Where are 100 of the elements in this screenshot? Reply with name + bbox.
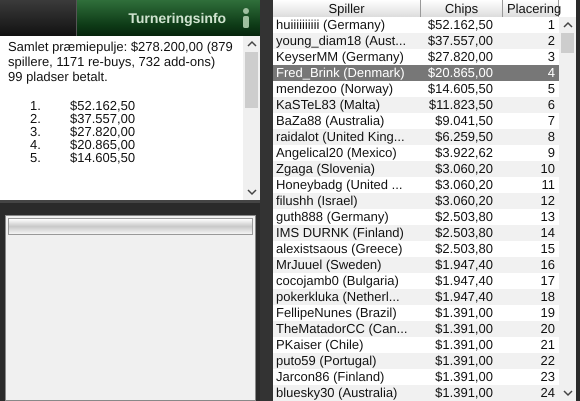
player-cell-text: bluesky30 (Australia) [275,385,398,401]
chips-cell-text: $1.947,40 [434,289,494,305]
chips-cell-text: $3.060,20 [434,177,494,193]
place-cell-text: 13 [540,209,556,225]
prize-amount: $52.162,50 [70,99,136,112]
chips-cell-text: $1.391,00 [434,369,494,385]
place-cell-text: 21 [540,337,556,353]
player-cell-text: KeyserMM (Germany) [275,49,405,65]
place-cell-text: 7 [546,113,556,129]
prize-rank: 1. [30,99,42,112]
chips-cell-text: $3.060,20 [434,193,494,209]
chips-cell-text: $11.823,50 [428,97,494,113]
place-cell-text: 6 [546,97,556,113]
place-cell-text: 24 [540,385,556,401]
chips-cell-text: $1.391,00 [434,337,494,353]
player-cell-text: FellipeNunes (Brazil) [275,305,398,321]
table-row[interactable]: Zgaga (Slovenia) $3.060,20 10 [273,161,559,177]
chips-cell-text: $3.922,62 [434,145,494,161]
table-row[interactable]: raidalot (United King... $6.259,50 8 [273,129,559,145]
place-cell-text: 18 [540,289,556,305]
player-cell-text: Jarcon86 (Finland) [275,369,386,385]
place-cell-text: 10 [540,161,556,177]
table-row[interactable]: bluesky30 (Australia) $1.391,00 24 [273,385,559,401]
player-cell-text: Honeybadg (United ... [275,177,404,193]
scroll-down-icon[interactable] [246,188,257,196]
place-cell-text: 17 [540,273,556,289]
table-row[interactable]: MrJuuel (Sweden) $1.947,40 16 [273,257,559,273]
player-cell-text: filushh (Israel) [275,193,359,209]
place-cell-text: 4 [546,65,556,81]
player-cell-text: IMS DURNK (Finland) [275,225,405,241]
chips-cell-text: $20.865,00 [426,65,494,81]
table-row[interactable]: IMS DURNK (Finland) $2.503,80 14 [273,225,559,241]
player-cell-text: Angelical20 (Mexico) [275,145,398,161]
table-row[interactable]: Fred_Brink (Denmark) $20.865,00 4 [273,65,559,81]
place-cell-text: 22 [540,353,556,369]
chips-cell-text: $9.041,50 [434,113,494,129]
player-cell-text: alexistsaous (Greece) [275,241,404,257]
chips-cell-text: $1.391,00 [434,305,494,321]
player-cell-text: young_diam18 (Aust... [275,33,408,49]
chips-cell-text: $1.391,00 [434,353,494,369]
prize-rank: 3. [30,125,42,138]
player-cell-text: puto59 (Portugal) [275,353,378,369]
chips-cell-text: $3.060,20 [434,161,494,177]
prize-pool-text: Samlet præmiepulje: $278.200,00 (879 spillere, 1171 re-buys, 732 add-ons) [8,39,234,69]
player-cell-text: Fred_Brink (Denmark) [275,65,406,81]
player-cell-text: KaSTeL83 (Malta) [275,97,382,113]
chips-cell-text: $1.391,00 [434,385,494,401]
scroll-up-icon[interactable] [246,40,257,48]
place-cell-text: 15 [540,241,556,257]
place-cell-text: 9 [546,145,556,161]
chips-cell-text: $52.162,50 [426,17,494,33]
place-cell-text: 1 [546,17,556,33]
table-row[interactable]: young_diam18 (Aust... $37.557,00 2 [273,33,559,49]
table-row[interactable]: KaSTeL83 (Malta) $11.823,50 6 [273,97,559,113]
player-cell-text: Zgaga (Slovenia) [275,161,376,177]
chips-cell-text: $6.259,50 [434,129,494,145]
place-cell-text: 16 [540,257,556,273]
player-cell-text: raidalot (United King... [275,129,406,145]
place-cell-text: 3 [546,49,556,65]
place-cell-text: 2 [546,33,556,49]
prize-rank: 5. [30,151,42,164]
scrollbar[interactable] [559,17,576,401]
scroll-thumb[interactable] [245,52,258,108]
prize-amount: $37.557,00 [70,112,136,125]
scroll-thumb[interactable] [561,33,574,53]
player-cell-text: BaZa88 (Australia) [275,113,386,129]
place-cell-text: 5 [546,81,556,97]
place-cell-text: 8 [546,129,556,145]
chips-cell-text: $14.605,50 [426,81,494,97]
table-row[interactable]: TheMatadorCC (Can... $1.391,00 20 [273,321,559,337]
player-cell-text: pokerkluka (Netherl... [275,289,401,305]
table-row[interactable]: pokerkluka (Netherl... $1.947,40 18 [273,289,559,305]
scrollbar[interactable] [243,36,260,200]
table-row[interactable]: puto59 (Portugal) $1.391,00 22 [273,353,559,369]
prize-amount: $20.865,00 [70,138,136,151]
prize-rank: 4. [30,138,42,151]
place-cell-text: 20 [540,321,556,337]
paid-places-text: 99 pladser betalt. [8,69,109,84]
place-cell-text: 11 [540,177,556,193]
prize-amount: $14.605,50 [70,151,136,164]
player-cell-text: TheMatadorCC (Can... [275,321,408,337]
player-cell-text: huiiiiiiiiii (Germany) [275,17,386,33]
scroll-up-icon[interactable] [562,21,572,29]
player-cell-text: PKaiser (Chile) [275,337,364,353]
chips-cell-text: $2.503,80 [434,225,494,241]
player-cell-text: MrJuuel (Sweden) [275,257,382,273]
table-row[interactable]: filushh (Israel) $3.060,20 12 [273,193,559,209]
prize-amount: $27.820,00 [70,125,136,138]
player-cell-text: guth888 (Germany) [275,209,390,225]
place-cell-text: 23 [540,369,556,385]
player-cell-text: cocojamb0 (Bulgaria) [275,273,400,289]
chips-cell-text: $1.947,40 [434,257,494,273]
tab[interactable]: Turneringsinfo [77,0,260,36]
place-cell-text: 19 [540,305,556,321]
chips-cell-text: $1.947,40 [434,273,494,289]
scroll-down-icon[interactable] [562,389,572,397]
chips-cell-text: $27.820,00 [426,49,494,65]
chips-cell-text: $2.503,80 [434,209,494,225]
prize-rank: 2. [30,112,42,125]
player-cell-text: mendezoo (Norway) [275,81,394,97]
